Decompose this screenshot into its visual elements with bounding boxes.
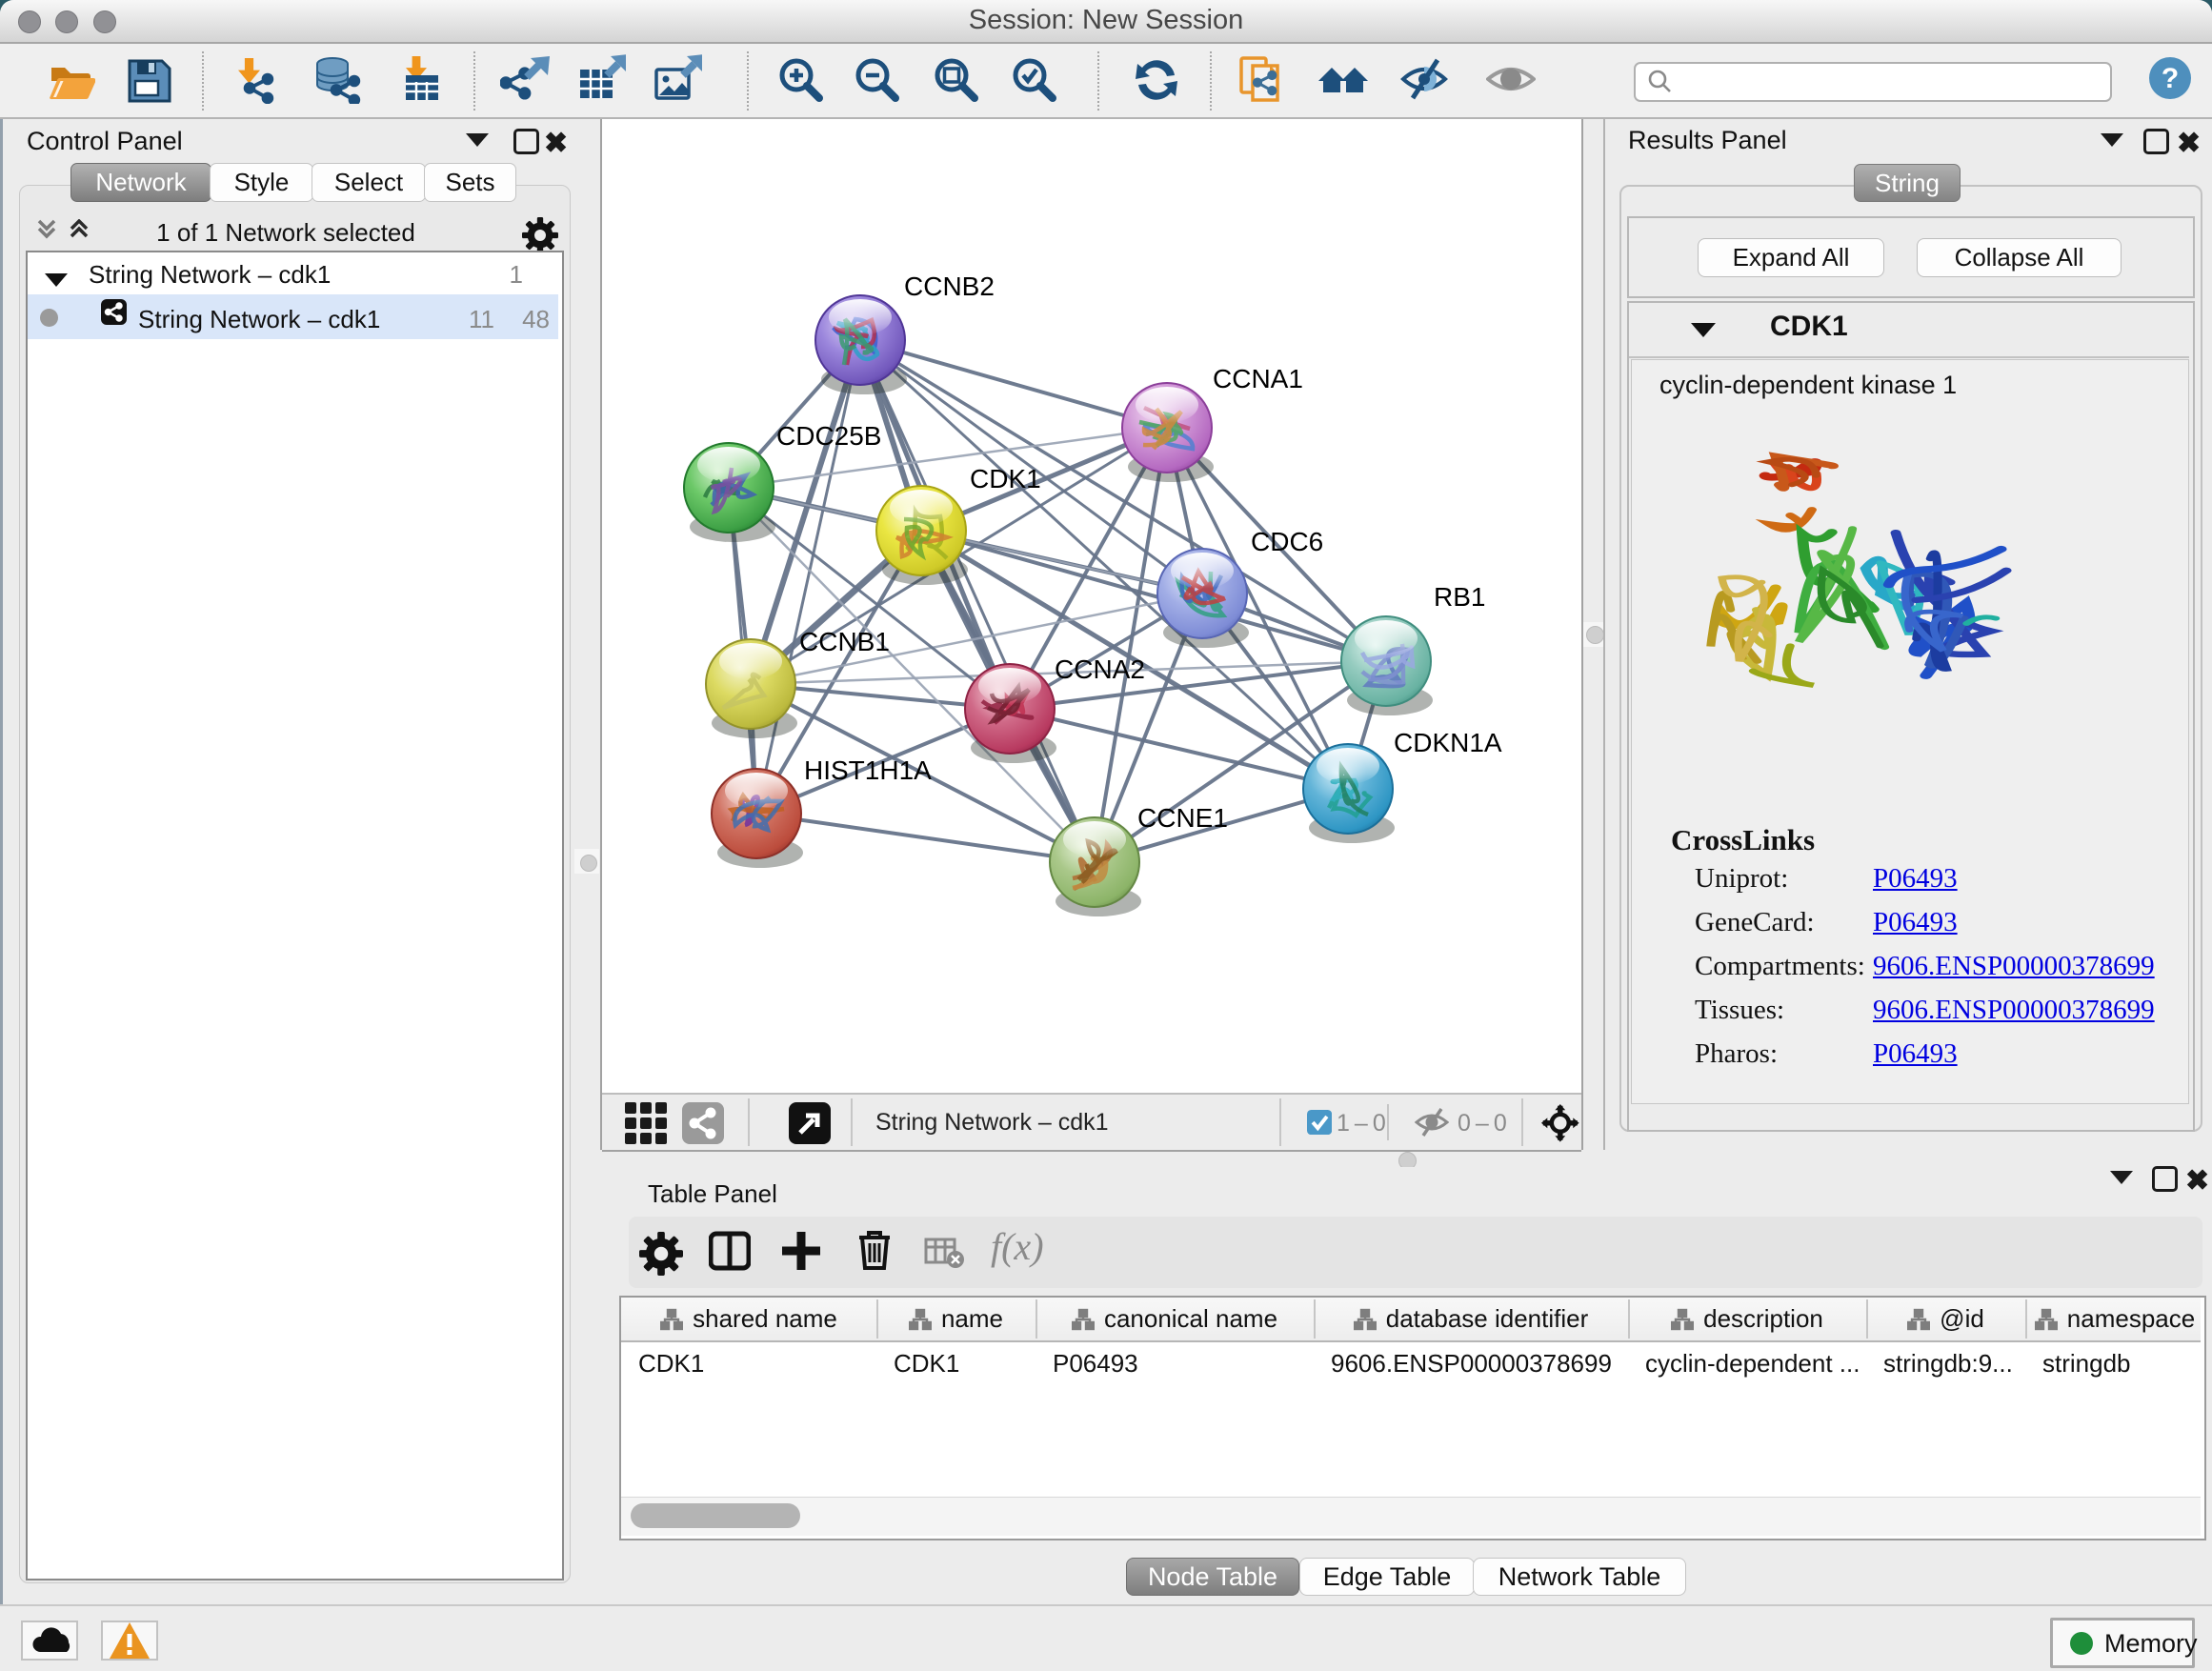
svg-text:CDK1: CDK1 bbox=[970, 464, 1041, 493]
svg-text:CDC25B: CDC25B bbox=[776, 421, 881, 451]
svg-text:HIST1H1A: HIST1H1A bbox=[804, 755, 932, 785]
svg-text:CCNA1: CCNA1 bbox=[1213, 364, 1303, 393]
svg-text:CDKN1A: CDKN1A bbox=[1394, 728, 1502, 757]
svg-text:RB1: RB1 bbox=[1434, 582, 1485, 612]
svg-text:CCNB1: CCNB1 bbox=[799, 627, 890, 656]
svg-text:CCNA2: CCNA2 bbox=[1055, 654, 1145, 684]
svg-text:CCNB2: CCNB2 bbox=[904, 272, 995, 301]
svg-text:CDC6: CDC6 bbox=[1251, 527, 1323, 556]
svg-text:CCNE1: CCNE1 bbox=[1137, 803, 1228, 833]
svg-text:?: ? bbox=[2162, 63, 2179, 94]
